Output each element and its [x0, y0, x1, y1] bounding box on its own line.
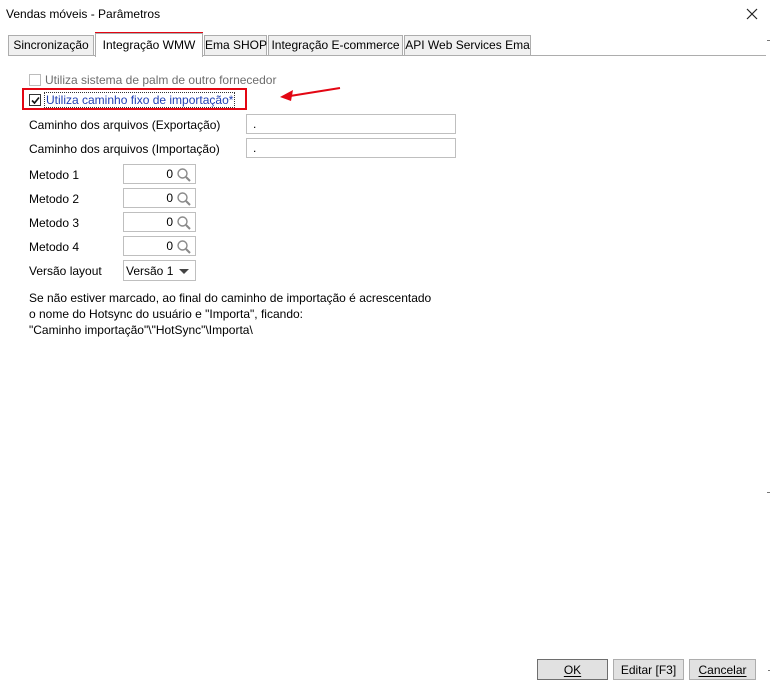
- close-button[interactable]: [740, 4, 764, 24]
- edit-button[interactable]: Editar [F3]: [613, 659, 684, 680]
- metodo-3-label: Metodo 3: [29, 216, 80, 230]
- arrow-annotation-icon: [280, 87, 341, 101]
- tab-integracao-ecommerce[interactable]: Integração E-commerce: [268, 35, 403, 56]
- ok-button[interactable]: OK: [537, 659, 608, 680]
- palm-checkbox-label: Utiliza sistema de palm de outro fornece…: [45, 73, 277, 87]
- metodo-1-label: Metodo 1: [29, 168, 80, 182]
- layout-version-value: Versão 1: [126, 264, 174, 278]
- palm-checkbox[interactable]: [29, 74, 41, 86]
- close-icon: [746, 8, 758, 20]
- metodo-4-label: Metodo 4: [29, 240, 80, 254]
- search-icon[interactable]: [176, 239, 192, 255]
- fixed-path-checkbox-label: Utiliza caminho fixo de importação*: [43, 92, 236, 108]
- chevron-down-icon: [179, 269, 189, 274]
- search-icon[interactable]: [176, 191, 192, 207]
- checkmark-icon: [31, 96, 40, 105]
- title-bar: Vendas móveis - Parâmetros: [0, 0, 770, 28]
- palm-checkbox-row: Utiliza sistema de palm de outro fornece…: [29, 73, 276, 87]
- metodo-2-value: 0: [166, 191, 173, 205]
- layout-version-label: Versão layout: [29, 264, 102, 278]
- search-icon[interactable]: [176, 167, 192, 183]
- metodo-3-value: 0: [166, 215, 173, 229]
- export-path-input[interactable]: [246, 114, 456, 134]
- metodo-4-field[interactable]: 0: [123, 236, 196, 256]
- metodo-2-label: Metodo 2: [29, 192, 80, 206]
- window-title: Vendas móveis - Parâmetros: [6, 7, 161, 21]
- tab-integracao-wmw[interactable]: Integração WMW: [95, 33, 203, 57]
- metodo-1-field[interactable]: 0: [123, 164, 196, 184]
- metodo-1-value: 0: [166, 167, 173, 181]
- search-icon[interactable]: [176, 215, 192, 231]
- tab-api-web-services[interactable]: API Web Services Ema: [404, 35, 531, 56]
- metodo-2-field[interactable]: 0: [123, 188, 196, 208]
- tab-ema-shop[interactable]: Ema SHOP: [204, 35, 267, 56]
- metodo-3-field[interactable]: 0: [123, 212, 196, 232]
- cancel-button[interactable]: Cancelar: [689, 659, 756, 680]
- metodo-4-value: 0: [166, 239, 173, 253]
- fixed-path-checkbox-row: Utiliza caminho fixo de importação*: [29, 92, 236, 108]
- tab-sincronizacao[interactable]: Sincronização: [8, 35, 94, 56]
- info-text: Se não estiver marcado, ao final do cami…: [29, 291, 432, 337]
- fixed-path-checkbox[interactable]: [29, 94, 41, 106]
- export-path-label: Caminho dos arquivos (Exportação): [29, 118, 221, 132]
- import-path-label: Caminho dos arquivos (Importação): [29, 142, 220, 156]
- import-path-input[interactable]: [246, 138, 456, 158]
- layout-version-select[interactable]: Versão 1: [123, 260, 196, 281]
